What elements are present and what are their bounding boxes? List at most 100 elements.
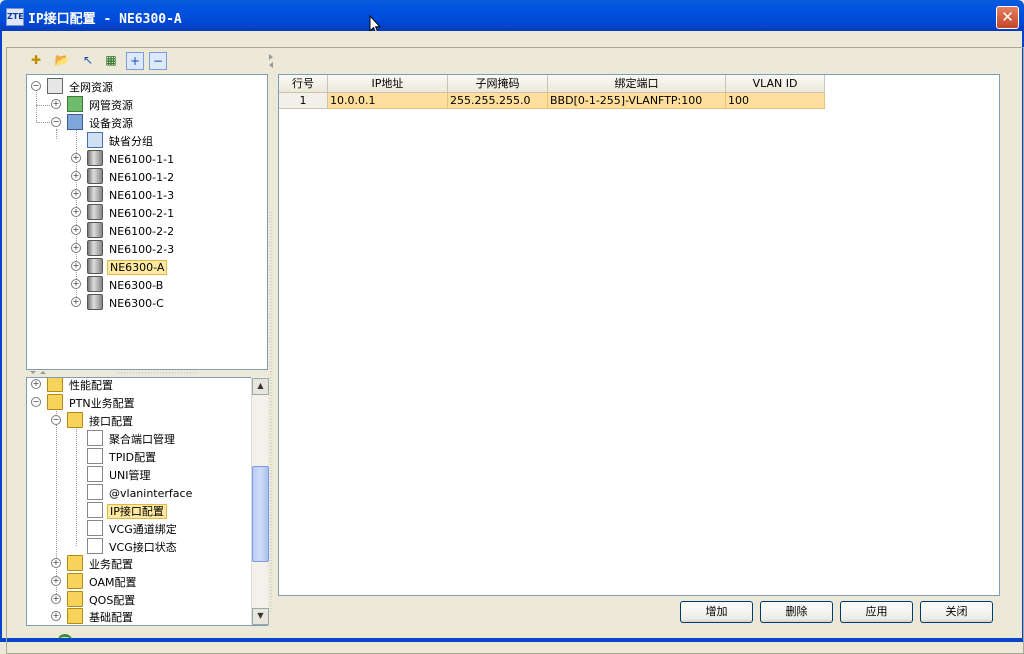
ne-device-icon xyxy=(87,204,103,220)
tree-label: NE6300-B xyxy=(109,279,164,292)
network-root-icon xyxy=(47,78,63,94)
tree-label: 网管资源 xyxy=(89,99,133,112)
expand-all-icon[interactable]: + xyxy=(126,52,144,70)
folder-icon xyxy=(47,378,63,392)
tree-label: PTN业务配置 xyxy=(69,397,135,410)
expander-icon[interactable]: + xyxy=(51,558,61,568)
tree-label: 业务配置 xyxy=(89,558,133,571)
file-icon xyxy=(87,448,103,464)
ne-device-icon xyxy=(87,150,103,166)
table-cell-vlan-id[interactable]: 100 xyxy=(726,93,825,109)
file-icon xyxy=(87,520,103,536)
table-cell-subnet-mask[interactable]: 255.255.255.0 xyxy=(448,93,548,109)
folder-icon xyxy=(67,555,83,571)
column-header-bound-port[interactable]: 绑定端口 xyxy=(548,75,726,93)
tree-label: IP接口配置 xyxy=(107,504,167,519)
tree-label: 接口配置 xyxy=(89,415,133,428)
folder-icon xyxy=(67,412,83,428)
expander-icon[interactable]: + xyxy=(71,279,81,289)
network-manager-icon xyxy=(67,96,83,112)
table-cell-row-number: 1 xyxy=(279,93,328,109)
tree-label: VCG通道绑定 xyxy=(109,523,177,536)
function-tree[interactable]: + 性能配置 − PTN业务配置 − 接口配置 聚合端口管理 TPID配置 UN… xyxy=(26,377,268,626)
tree-label: 设备资源 xyxy=(89,117,133,130)
zte-app-icon: ZTE xyxy=(6,8,24,26)
expander-icon[interactable]: + xyxy=(71,153,81,163)
window-title: IP接口配置 - NE6300-A xyxy=(28,12,182,27)
new-icon[interactable]: ✚ xyxy=(28,52,44,68)
expander-icon[interactable]: + xyxy=(51,594,61,604)
scroll-down-icon[interactable]: ▼ xyxy=(252,608,269,625)
tree-label: NE6100-1-1 xyxy=(109,153,175,166)
delete-button[interactable]: 删除 xyxy=(760,601,833,623)
tree-leaf[interactable]: VCG通道绑定 xyxy=(87,520,179,536)
expander-icon[interactable]: + xyxy=(31,379,41,389)
close-button[interactable]: 关闭 xyxy=(920,601,993,623)
folder-icon xyxy=(67,573,83,589)
tree-leaf[interactable]: 聚合端口管理 xyxy=(87,430,177,446)
scroll-up-icon[interactable]: ▲ xyxy=(252,378,269,395)
expander-icon[interactable]: − xyxy=(51,117,61,127)
column-header-ip-address[interactable]: IP地址 xyxy=(328,75,448,93)
scroll-thumb[interactable] xyxy=(252,466,269,562)
expander-icon[interactable]: − xyxy=(51,415,61,425)
file-icon xyxy=(87,430,103,446)
tree-leaf[interactable]: @vlaninterface xyxy=(87,484,194,500)
ne-device-icon xyxy=(87,222,103,238)
table-cell-bound-port[interactable]: BBD[0-1-255]-VLANFTP:100 xyxy=(548,93,726,109)
file-icon xyxy=(87,502,103,518)
tree-label: 聚合端口管理 xyxy=(109,433,175,446)
refresh-icon xyxy=(58,634,72,646)
tree-label: 缺省分组 xyxy=(109,135,153,148)
table-cell-ip-address[interactable]: 10.0.0.1 xyxy=(328,93,448,109)
tree-label: VCG接口状态 xyxy=(109,541,177,554)
column-header-vlan-id[interactable]: VLAN ID xyxy=(726,75,825,93)
column-header-subnet-mask[interactable]: 子网掩码 xyxy=(448,75,548,93)
folder-icon xyxy=(47,394,63,410)
expander-icon[interactable]: + xyxy=(71,297,81,307)
resource-tree[interactable]: − 全网资源 + 网管资源 − 设备资源 缺省分组 + NE6100-1-1 +… xyxy=(26,74,268,370)
close-window-button[interactable]: ✕ xyxy=(996,6,1019,29)
expander-icon[interactable]: + xyxy=(71,171,81,181)
add-button[interactable]: 增加 xyxy=(680,601,753,623)
tree-label: QOS配置 xyxy=(89,594,136,607)
expander-icon[interactable]: + xyxy=(51,576,61,586)
tree-label: NE6300-C xyxy=(109,297,164,310)
pointer-icon[interactable]: ↖ xyxy=(80,52,96,68)
tree-leaf-selected[interactable]: IP接口配置 xyxy=(87,502,167,519)
collapse-all-icon[interactable]: − xyxy=(149,52,167,70)
tree-label: NE6100-1-3 xyxy=(109,189,175,202)
ne-device-icon xyxy=(87,276,103,292)
apply-button[interactable]: 应用 xyxy=(840,601,913,623)
expander-icon[interactable]: + xyxy=(71,207,81,217)
file-icon xyxy=(87,538,103,554)
tree-leaf[interactable]: TPID配置 xyxy=(87,448,158,464)
expander-icon[interactable]: + xyxy=(71,225,81,235)
tree-label: 基础配置 xyxy=(89,611,133,624)
network-card-icon[interactable]: ▦ xyxy=(102,52,120,68)
group-icon xyxy=(87,132,103,148)
expander-icon[interactable]: + xyxy=(51,611,61,621)
tree-leaf[interactable]: VCG接口状态 xyxy=(87,538,179,554)
ip-interface-table[interactable]: 行号 IP地址 子网掩码 绑定端口 VLAN ID 1 10.0.0.1 255… xyxy=(278,74,1000,596)
expander-icon[interactable]: + xyxy=(51,99,61,109)
ne-device-icon xyxy=(87,294,103,310)
title-bar[interactable]: ZTE IP接口配置 - NE6300-A ✕ xyxy=(0,0,1024,31)
ne-device-icon xyxy=(87,258,103,274)
tree-node-default-group[interactable]: 缺省分组 xyxy=(87,132,155,148)
tree-label: NE6100-2-3 xyxy=(109,243,175,256)
expander-icon[interactable]: + xyxy=(71,261,81,271)
function-tree-scrollbar[interactable]: ▲ ▼ xyxy=(251,377,269,625)
ne-device-icon xyxy=(87,168,103,184)
expander-icon[interactable]: − xyxy=(31,397,41,407)
expander-icon[interactable]: + xyxy=(71,189,81,199)
column-header-row-number[interactable]: 行号 xyxy=(279,75,328,93)
tree-label: NE6100-2-1 xyxy=(109,207,175,220)
file-icon xyxy=(87,466,103,482)
device-resource-icon xyxy=(67,114,83,130)
expander-icon[interactable]: − xyxy=(31,81,41,91)
horizontal-splitter[interactable] xyxy=(28,370,266,376)
expander-icon[interactable]: + xyxy=(71,243,81,253)
open-folder-icon[interactable]: 📂 xyxy=(54,52,70,68)
tree-leaf[interactable]: UNI管理 xyxy=(87,466,153,482)
